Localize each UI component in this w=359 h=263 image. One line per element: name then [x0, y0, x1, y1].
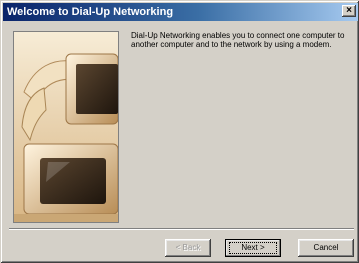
dial-up-wizard-window: Welcome to Dial-Up Networking × Dial-Up …	[0, 0, 359, 263]
window-title: Welcome to Dial-Up Networking	[7, 6, 174, 18]
next-button[interactable]: Next >	[225, 239, 281, 257]
close-icon: ×	[346, 5, 352, 16]
computers-illustration-icon	[14, 32, 118, 222]
wizard-description: Dial-Up Networking enables you to connec…	[131, 31, 345, 49]
button-separator	[9, 228, 354, 230]
close-button[interactable]: ×	[342, 5, 356, 17]
wizard-illustration	[13, 31, 119, 223]
title-bar[interactable]: Welcome to Dial-Up Networking ×	[3, 3, 358, 21]
next-button-label: Next >	[241, 243, 265, 252]
cancel-button[interactable]: Cancel	[298, 239, 354, 257]
back-button[interactable]: < Back	[165, 239, 211, 257]
